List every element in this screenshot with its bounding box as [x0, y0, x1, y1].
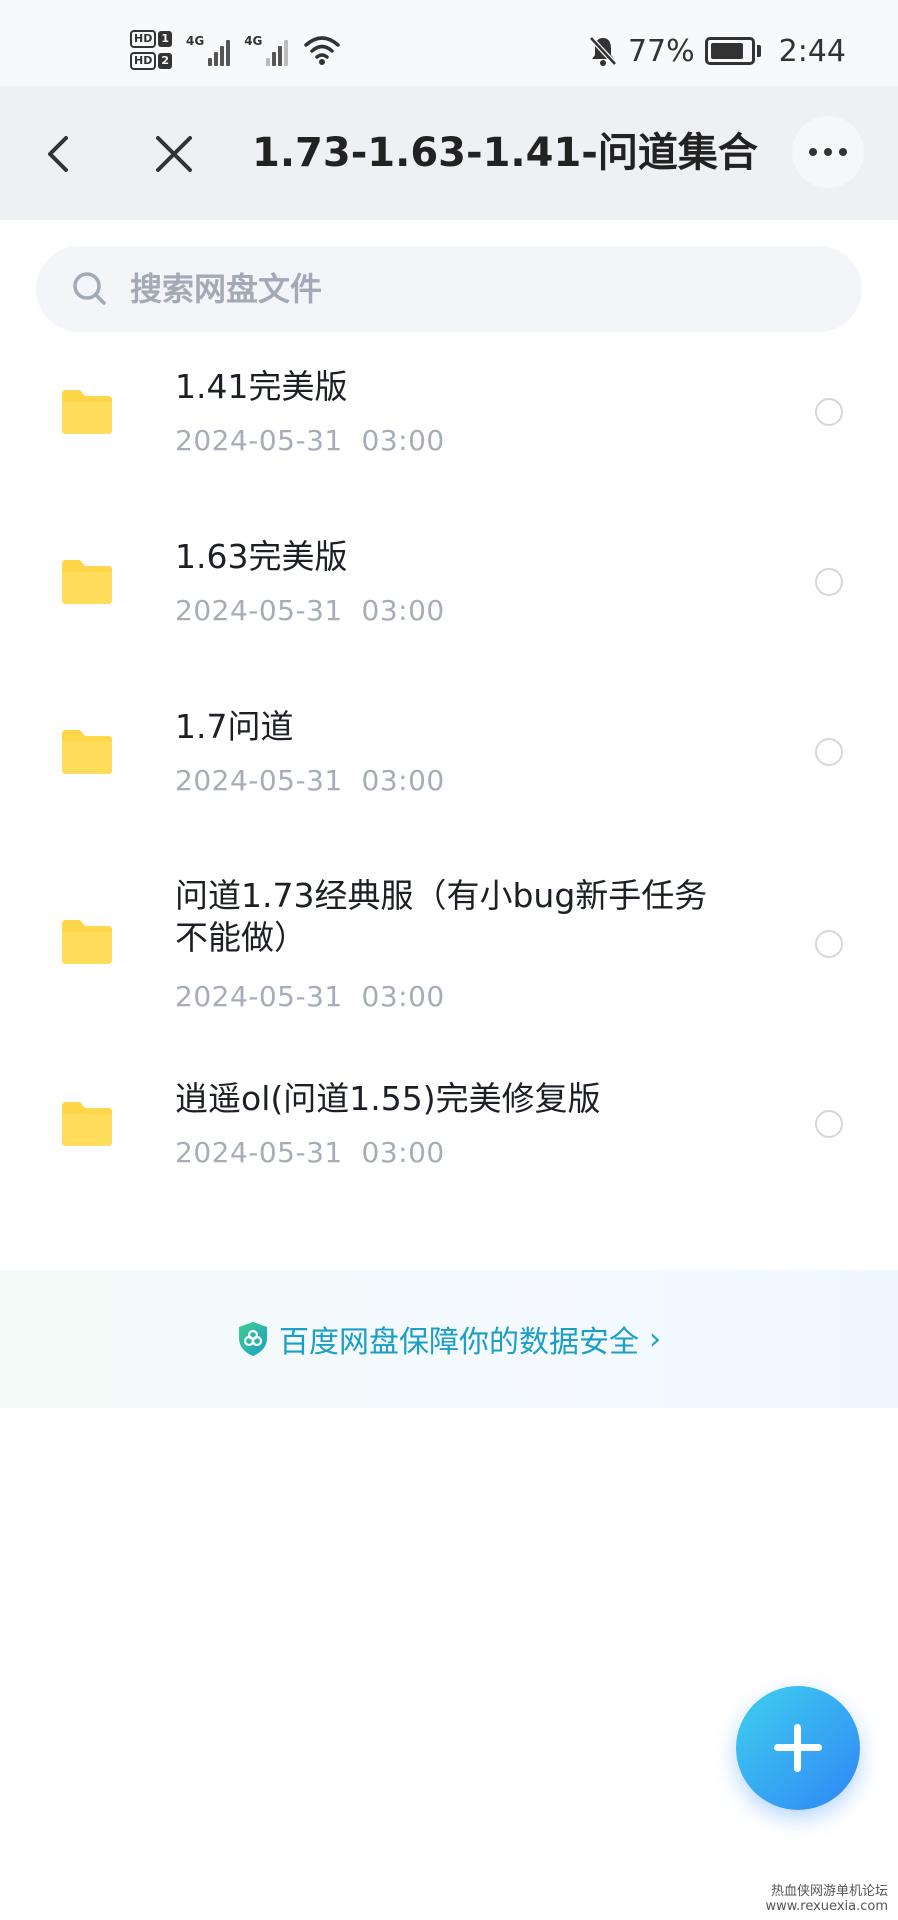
clock-time: 2:44 [778, 33, 846, 69]
select-radio[interactable] [815, 1110, 843, 1138]
sim-indicators: HD 1 HD 2 [130, 30, 172, 70]
file-name: 逍遥ol(问道1.55)完美修复版 [175, 1079, 601, 1118]
close-icon[interactable] [148, 126, 200, 182]
file-name: 1.41完美版 [175, 367, 348, 406]
search-input[interactable] [128, 269, 772, 309]
file-date: 2024-05-31 03:00 [175, 1136, 445, 1169]
sim2-indicator: HD 2 [130, 52, 172, 70]
folder-icon [62, 730, 112, 774]
file-date: 2024-05-31 03:00 [175, 594, 445, 627]
chevron-right-icon: › [649, 1321, 661, 1357]
select-radio[interactable] [815, 568, 843, 596]
file-name: 1.7问道 [175, 707, 294, 746]
more-icon[interactable] [792, 116, 864, 188]
sim1-number: 1 [158, 31, 172, 47]
search-bar[interactable] [36, 246, 862, 332]
shield-icon [239, 1322, 267, 1356]
file-name: 问道1.73经典服（有小bug新手任务不能做） [175, 876, 708, 957]
battery-percent: 77% [627, 33, 695, 69]
add-button[interactable] [736, 1686, 860, 1810]
file-date: 2024-05-31 03:00 [175, 424, 445, 457]
folder-icon [62, 390, 112, 434]
select-radio[interactable] [815, 930, 843, 958]
sim2-hd-label: HD [130, 52, 157, 70]
file-name: 1.63完美版 [175, 537, 348, 576]
file-date: 2024-05-31 03:00 [175, 764, 445, 797]
watermark-line2: www.rexuexia.com [765, 1899, 888, 1914]
watermark-line1: 热血侠网游单机论坛 [770, 1884, 888, 1899]
wifi-icon [304, 36, 341, 65]
network2-label: 4G [244, 34, 263, 48]
status-bar: HD 1 HD 2 4G 4G 77% 2:44 [0, 0, 898, 86]
back-arrow-icon[interactable] [38, 126, 82, 182]
select-radio[interactable] [815, 738, 843, 766]
folder-icon [62, 1102, 112, 1146]
security-banner-text: 百度网盘保障你的数据安全 [279, 1325, 639, 1360]
security-banner-content: 百度网盘保障你的数据安全 › [0, 1270, 898, 1408]
security-banner[interactable]: 百度网盘保障你的数据安全 › [0, 1270, 898, 1408]
sim1-indicator: HD 1 [130, 30, 172, 48]
sim2-number: 2 [158, 53, 172, 69]
folder-icon [62, 920, 112, 964]
status-right: 77% 2:44 [588, 28, 846, 74]
status-left: HD 1 HD 2 4G 4G [130, 24, 342, 76]
sim1-hd-label: HD [130, 30, 157, 48]
signal-icon: 4G [244, 34, 289, 66]
watermark: 热血侠网游单机论坛 www.rexuexia.com [765, 1884, 888, 1914]
network1-label: 4G [186, 34, 205, 48]
top-nav-bar: 1.73-1.63-1.41-问道集合 [0, 86, 898, 220]
page-title: 1.73-1.63-1.41-问道集合 [252, 130, 758, 176]
signal-icon: 4G [186, 34, 231, 66]
select-radio[interactable] [815, 398, 843, 426]
file-date: 2024-05-31 03:00 [175, 980, 445, 1013]
battery-icon [704, 37, 761, 65]
search-icon [73, 272, 106, 305]
folder-icon [62, 560, 112, 604]
mute-bell-icon [589, 36, 617, 66]
